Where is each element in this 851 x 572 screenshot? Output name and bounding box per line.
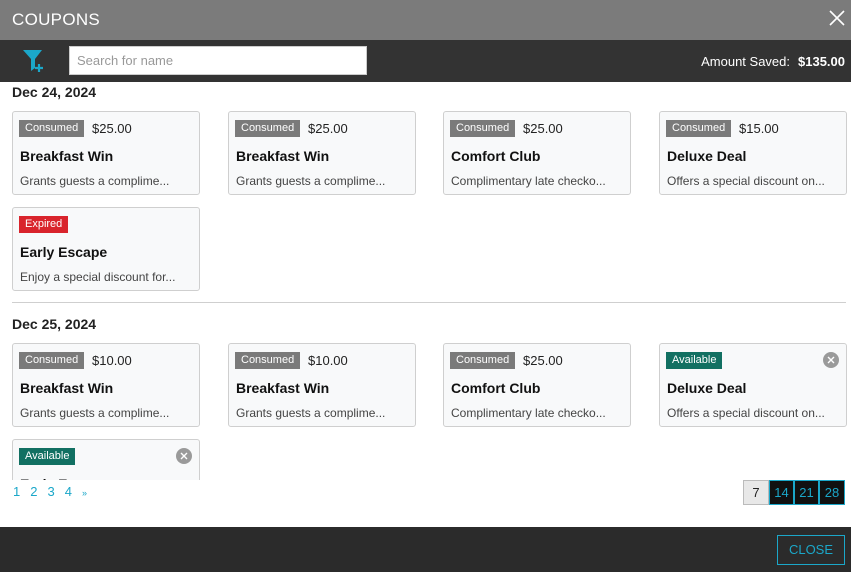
group-divider — [12, 302, 846, 303]
coupon-name: Comfort Club — [451, 380, 541, 396]
coupon-name: Deluxe Deal — [667, 380, 747, 396]
status-badge: Available — [666, 352, 723, 369]
coupon-description: Complimentary late checko... — [451, 174, 606, 188]
status-badge: Consumed — [450, 352, 516, 369]
coupon-card[interactable]: Consumed $25.00 Comfort Club Complimentary … — [443, 111, 631, 195]
page-link-1[interactable]: 1 — [13, 484, 20, 499]
status-badge: Expired — [19, 216, 69, 233]
dialog-title: COUPONS — [12, 10, 101, 29]
filter-add-icon[interactable] — [22, 48, 46, 74]
page-link-3[interactable]: 3 — [47, 484, 54, 499]
pagination: 1 2 3 4 » — [13, 484, 97, 499]
coupon-description: Grants guests a complime... — [20, 406, 170, 420]
coupon-card[interactable]: Consumed $25.00 Breakfast Win Grants guests… — [228, 111, 416, 195]
coupon-description: Offers a special discount on... — [667, 406, 825, 420]
coupons-dialog: COUPONS Amount Saved: $135.00 Dec 24, 202… — [0, 0, 851, 572]
coupon-description: Grants guests a complime... — [20, 174, 170, 188]
coupon-name: Breakfast Win — [20, 148, 114, 164]
page-size-21[interactable]: 21 — [794, 480, 819, 505]
coupon-price: $15.00 — [739, 121, 779, 136]
coupon-name: Breakfast Win — [20, 380, 114, 396]
status-badge: Consumed — [235, 352, 301, 369]
search-input[interactable] — [69, 46, 367, 75]
coupon-name: Early Escape — [20, 476, 107, 480]
coupon-description: Grants guests a complime... — [236, 406, 386, 420]
date-heading: Dec 25, 2024 — [12, 316, 97, 332]
coupon-card[interactable]: Consumed $15.00 Deluxe Deal Offers a specia… — [659, 111, 847, 195]
coupon-card[interactable]: Available Early Escape — [12, 439, 200, 480]
coupon-card[interactable]: Consumed $10.00 Breakfast Win Grants guests… — [12, 343, 200, 427]
close-button[interactable]: CLOSE — [777, 535, 845, 565]
coupon-card[interactable]: Consumed $25.00 Breakfast Win Grants guests… — [12, 111, 200, 195]
coupon-card[interactable]: Consumed $25.00 Comfort Club Complimentary … — [443, 343, 631, 427]
remove-coupon-button[interactable] — [823, 352, 839, 368]
coupon-price: $25.00 — [523, 121, 563, 136]
status-badge: Consumed — [19, 352, 85, 369]
date-heading: Dec 24, 2024 — [12, 84, 97, 100]
toolbar: Amount Saved: $135.00 — [0, 40, 851, 82]
coupon-name: Deluxe Deal — [667, 148, 747, 164]
coupon-description: Grants guests a complime... — [236, 174, 386, 188]
next-pages-link[interactable]: » — [82, 488, 87, 498]
coupon-price: $10.00 — [308, 353, 348, 368]
footer: CLOSE — [0, 527, 851, 572]
coupon-card[interactable]: Consumed $10.00 Breakfast Win Grants guests… — [228, 343, 416, 427]
status-badge: Consumed — [450, 120, 516, 137]
status-badge: Available — [19, 448, 76, 465]
page-size-14[interactable]: 14 — [769, 480, 794, 505]
amount-saved: Amount Saved: $135.00 — [701, 54, 845, 69]
page-link-2[interactable]: 2 — [30, 484, 37, 499]
coupon-list: Dec 24, 2024 Consumed $25.00 Breakfast Win G… — [0, 82, 851, 480]
coupon-price: $25.00 — [523, 353, 563, 368]
status-badge: Consumed — [19, 120, 85, 137]
close-icon — [827, 356, 835, 364]
coupon-description: Enjoy a special discount for... — [20, 270, 176, 284]
amount-saved-label: Amount Saved: — [701, 54, 790, 69]
coupon-name: Comfort Club — [451, 148, 541, 164]
status-badge: Consumed — [666, 120, 732, 137]
page-size-28[interactable]: 28 — [819, 480, 845, 505]
close-icon[interactable] — [827, 8, 847, 28]
page-size-7[interactable]: 7 — [743, 480, 769, 505]
status-badge: Consumed — [235, 120, 301, 137]
coupon-description: Complimentary late checko... — [451, 406, 606, 420]
coupon-price: $25.00 — [92, 121, 132, 136]
remove-coupon-button[interactable] — [176, 448, 192, 464]
title-bar: COUPONS — [0, 0, 851, 40]
coupon-price: $10.00 — [92, 353, 132, 368]
coupon-card[interactable]: Expired Early Escape Enjoy a special disco… — [12, 207, 200, 291]
coupon-description: Offers a special discount on... — [667, 174, 825, 188]
amount-saved-value: $135.00 — [798, 54, 845, 69]
coupon-name: Breakfast Win — [236, 380, 330, 396]
close-icon — [180, 452, 188, 460]
coupon-name: Breakfast Win — [236, 148, 330, 164]
page-link-4[interactable]: 4 — [65, 484, 72, 499]
coupon-name: Early Escape — [20, 244, 108, 260]
coupon-card[interactable]: Available Deluxe Deal Offers a special dis… — [659, 343, 847, 427]
coupon-price: $25.00 — [308, 121, 348, 136]
